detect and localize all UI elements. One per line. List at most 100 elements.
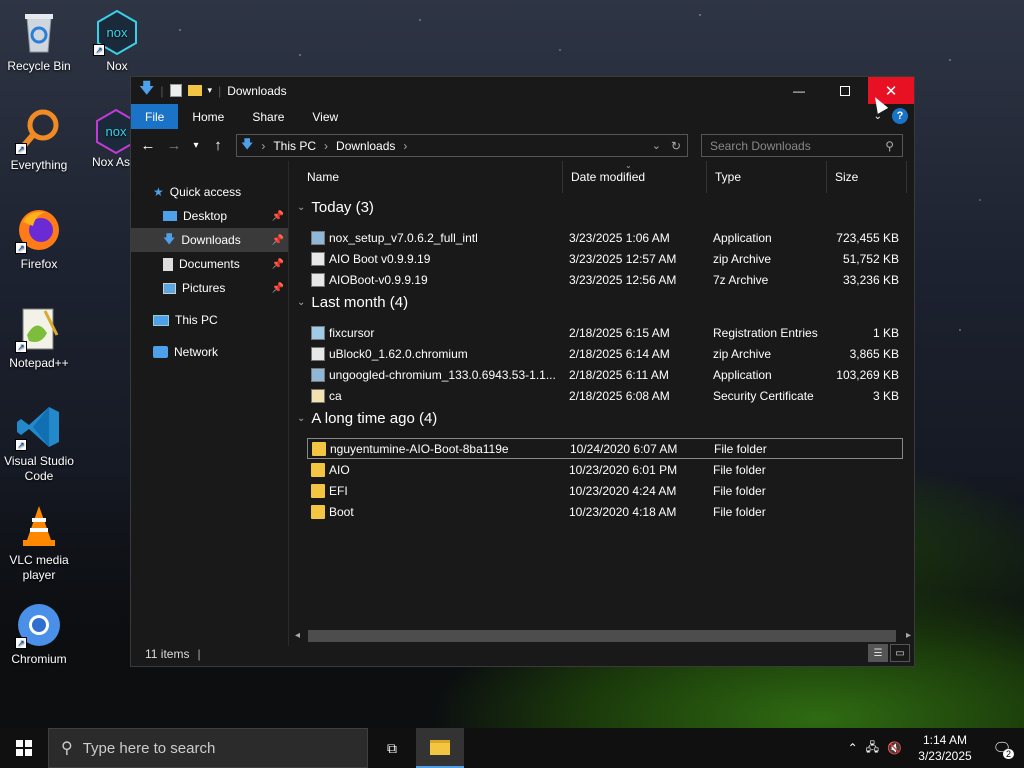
shortcut-arrow-icon: ↗ <box>15 242 27 254</box>
group-header-today[interactable]: ⌄ Today (3) <box>297 199 374 216</box>
desktop-icon-everything[interactable]: ↗ Everything <box>0 107 78 173</box>
desktop-icon-vlc[interactable]: VLC media player <box>0 502 78 583</box>
back-button[interactable]: ← <box>137 137 159 154</box>
file-row[interactable]: EFI 10/23/2020 4:24 AM File folder <box>307 480 903 501</box>
notification-center-button[interactable]: 🗨 2 <box>988 739 1016 759</box>
clock-date: 3/23/2025 <box>918 749 972 763</box>
ribbon-tabs: File Home Share View ⌄ ? <box>131 104 914 129</box>
file-row[interactable]: ungoogled-chromium_133.0.6943.53-1.1... 2… <box>307 364 903 385</box>
scroll-left-icon[interactable]: ◂ <box>295 630 300 641</box>
search-icon: ⚲ <box>61 740 73 757</box>
nav-documents[interactable]: Documents 📌 <box>131 252 288 276</box>
status-bar: 11 items | ☰ ▭ <box>131 641 914 666</box>
column-size[interactable]: Size <box>827 161 907 193</box>
column-label: Name <box>307 170 340 184</box>
column-date-modified[interactable]: Date modified ⌄ <box>563 161 707 193</box>
file-size: 723,455 KB <box>836 230 899 245</box>
group-header-long-time-ago[interactable]: ⌄ A long time ago (4) <box>297 410 437 427</box>
tab-share[interactable]: Share <box>238 104 298 129</box>
nav-this-pc[interactable]: This PC <box>131 308 288 332</box>
file-row[interactable]: nox_setup_v7.0.6.2_full_intl 3/23/2025 1:… <box>307 227 903 248</box>
file-row[interactable]: AIO Boot v0.9.9.19 3/23/2025 12:57 AM zip … <box>307 248 903 269</box>
tab-file[interactable]: File <box>131 104 179 129</box>
file-date: 3/23/2025 12:57 AM <box>569 251 677 266</box>
new-folder-icon[interactable] <box>187 85 202 96</box>
file-type: zip Archive <box>713 346 772 361</box>
chevron-right-icon: › <box>324 138 329 153</box>
address-bar[interactable]: 🡇 › This PC › Downloads › ⌄ ↻ <box>236 134 688 157</box>
customize-toolbar-icon[interactable]: ▾ <box>208 85 213 96</box>
desktop-icon-label: Notepad++ <box>9 356 69 370</box>
archive-icon <box>311 272 325 287</box>
refresh-icon[interactable]: ↻ <box>671 139 681 153</box>
minimize-button[interactable]: — <box>776 77 822 104</box>
app-icon <box>311 367 325 382</box>
firefox-icon: ↗ <box>15 206 63 254</box>
task-view-button[interactable]: ⧉ <box>368 728 416 768</box>
up-button[interactable]: ↑ <box>207 137 229 154</box>
file-row[interactable]: uBlock0_1.62.0.chromium 2/18/2025 6:14 AM… <box>307 343 903 364</box>
taskbar-search-input[interactable]: Type here to search <box>83 740 216 757</box>
file-row[interactable]: AIO 10/23/2020 6:01 PM File folder <box>307 459 903 480</box>
taskbar-search-box[interactable]: ⚲ Type here to search <box>48 728 368 768</box>
explorer-window: 🡇 | ▾ | Downloads — ✕ File Home Share Vi… <box>130 76 915 667</box>
title-bar[interactable]: 🡇 | ▾ | Downloads — ✕ <box>131 77 914 104</box>
desktop-icon-chromium[interactable]: ↗ Chromium <box>0 601 78 667</box>
breadcrumb-this-pc[interactable]: This PC <box>273 139 316 153</box>
maximize-button[interactable] <box>822 77 868 104</box>
desktop-icon-label: Nox <box>106 59 128 73</box>
file-date: 2/18/2025 6:14 AM <box>569 346 670 361</box>
group-header-last-month[interactable]: ⌄ Last month (4) <box>297 294 408 311</box>
breadcrumb-downloads[interactable]: Downloads <box>336 139 395 153</box>
nav-pictures[interactable]: Pictures 📌 <box>131 276 288 300</box>
forward-button[interactable]: → <box>163 137 185 154</box>
system-tray: ⌃ 🖧 🔇 1:14 AM 3/23/2025 🗨 2 <box>848 728 1024 768</box>
recent-locations-button[interactable]: ▾ <box>189 140 203 151</box>
file-date: 2/18/2025 6:15 AM <box>569 325 670 340</box>
chromium-icon: ↗ <box>15 601 63 649</box>
desktop-icon-vscode[interactable]: ↗ Visual Studio Code <box>0 403 78 484</box>
tab-home[interactable]: Home <box>178 104 238 129</box>
desktop-icon-notepadpp[interactable]: ↗ Notepad++ <box>0 305 78 371</box>
nav-quick-access[interactable]: ★ Quick access <box>131 180 288 204</box>
desktop-icon-label: Nox As <box>92 155 130 169</box>
address-dropdown-icon[interactable]: ⌄ <box>652 139 661 152</box>
large-icons-view-button[interactable]: ▭ <box>890 644 910 662</box>
column-name[interactable]: Name <box>299 161 563 193</box>
volume-muted-icon[interactable]: 🔇 <box>887 741 902 755</box>
file-row[interactable]: ca 2/18/2025 6:08 AM Security Certificate 3… <box>307 385 903 406</box>
desktop-icon-firefox[interactable]: ↗ Firefox <box>0 206 78 272</box>
details-view-button[interactable]: ☰ <box>868 644 888 662</box>
column-type[interactable]: Type <box>707 161 827 193</box>
nav-network[interactable]: Network <box>131 340 288 364</box>
search-input[interactable]: Search Downloads <box>710 139 811 153</box>
file-type: File folder <box>713 504 766 519</box>
file-date: 3/23/2025 12:56 AM <box>569 272 677 287</box>
app-icon <box>311 230 325 245</box>
file-size: 3,865 KB <box>849 346 899 361</box>
chevron-up-icon[interactable]: ⌃ <box>848 741 858 755</box>
nav-desktop[interactable]: Desktop 📌 <box>131 204 288 228</box>
nav-downloads[interactable]: 🡇 Downloads 📌 <box>131 228 288 252</box>
chevron-down-icon: ⌄ <box>297 202 306 213</box>
desktop-icon-nox-assistant[interactable]: nox Nox As <box>78 107 130 170</box>
tab-view[interactable]: View <box>298 104 352 129</box>
file-row[interactable]: nguyentumine-AIO-Boot-8ba119e 10/24/2020 … <box>307 438 903 459</box>
file-row[interactable]: fixcursor 2/18/2025 6:15 AM Registration E… <box>307 322 903 343</box>
taskbar-file-explorer[interactable] <box>416 728 464 768</box>
file-row[interactable]: AIOBoot-v0.9.9.19 3/23/2025 12:56 AM 7z Ar… <box>307 269 903 290</box>
help-icon[interactable]: ? <box>892 108 908 124</box>
file-date: 10/23/2020 6:01 PM <box>569 462 678 477</box>
properties-icon[interactable] <box>169 84 182 97</box>
scrollbar-thumb[interactable] <box>308 629 896 642</box>
desktop-icon-nox[interactable]: nox ↗ Nox <box>78 8 156 74</box>
file-row[interactable]: Boot 10/23/2020 4:18 AM File folder <box>307 501 903 522</box>
scroll-right-icon[interactable]: ▸ <box>906 630 911 641</box>
clock[interactable]: 1:14 AM 3/23/2025 <box>910 732 980 764</box>
desktop-icon-recycle-bin[interactable]: Recycle Bin <box>0 8 78 74</box>
start-button[interactable] <box>0 728 48 768</box>
network-status-icon[interactable]: 🖧 <box>866 738 879 759</box>
search-box[interactable]: Search Downloads ⚲ <box>701 134 903 157</box>
maximize-icon <box>840 85 850 96</box>
notepadpp-icon: ↗ <box>15 305 63 353</box>
